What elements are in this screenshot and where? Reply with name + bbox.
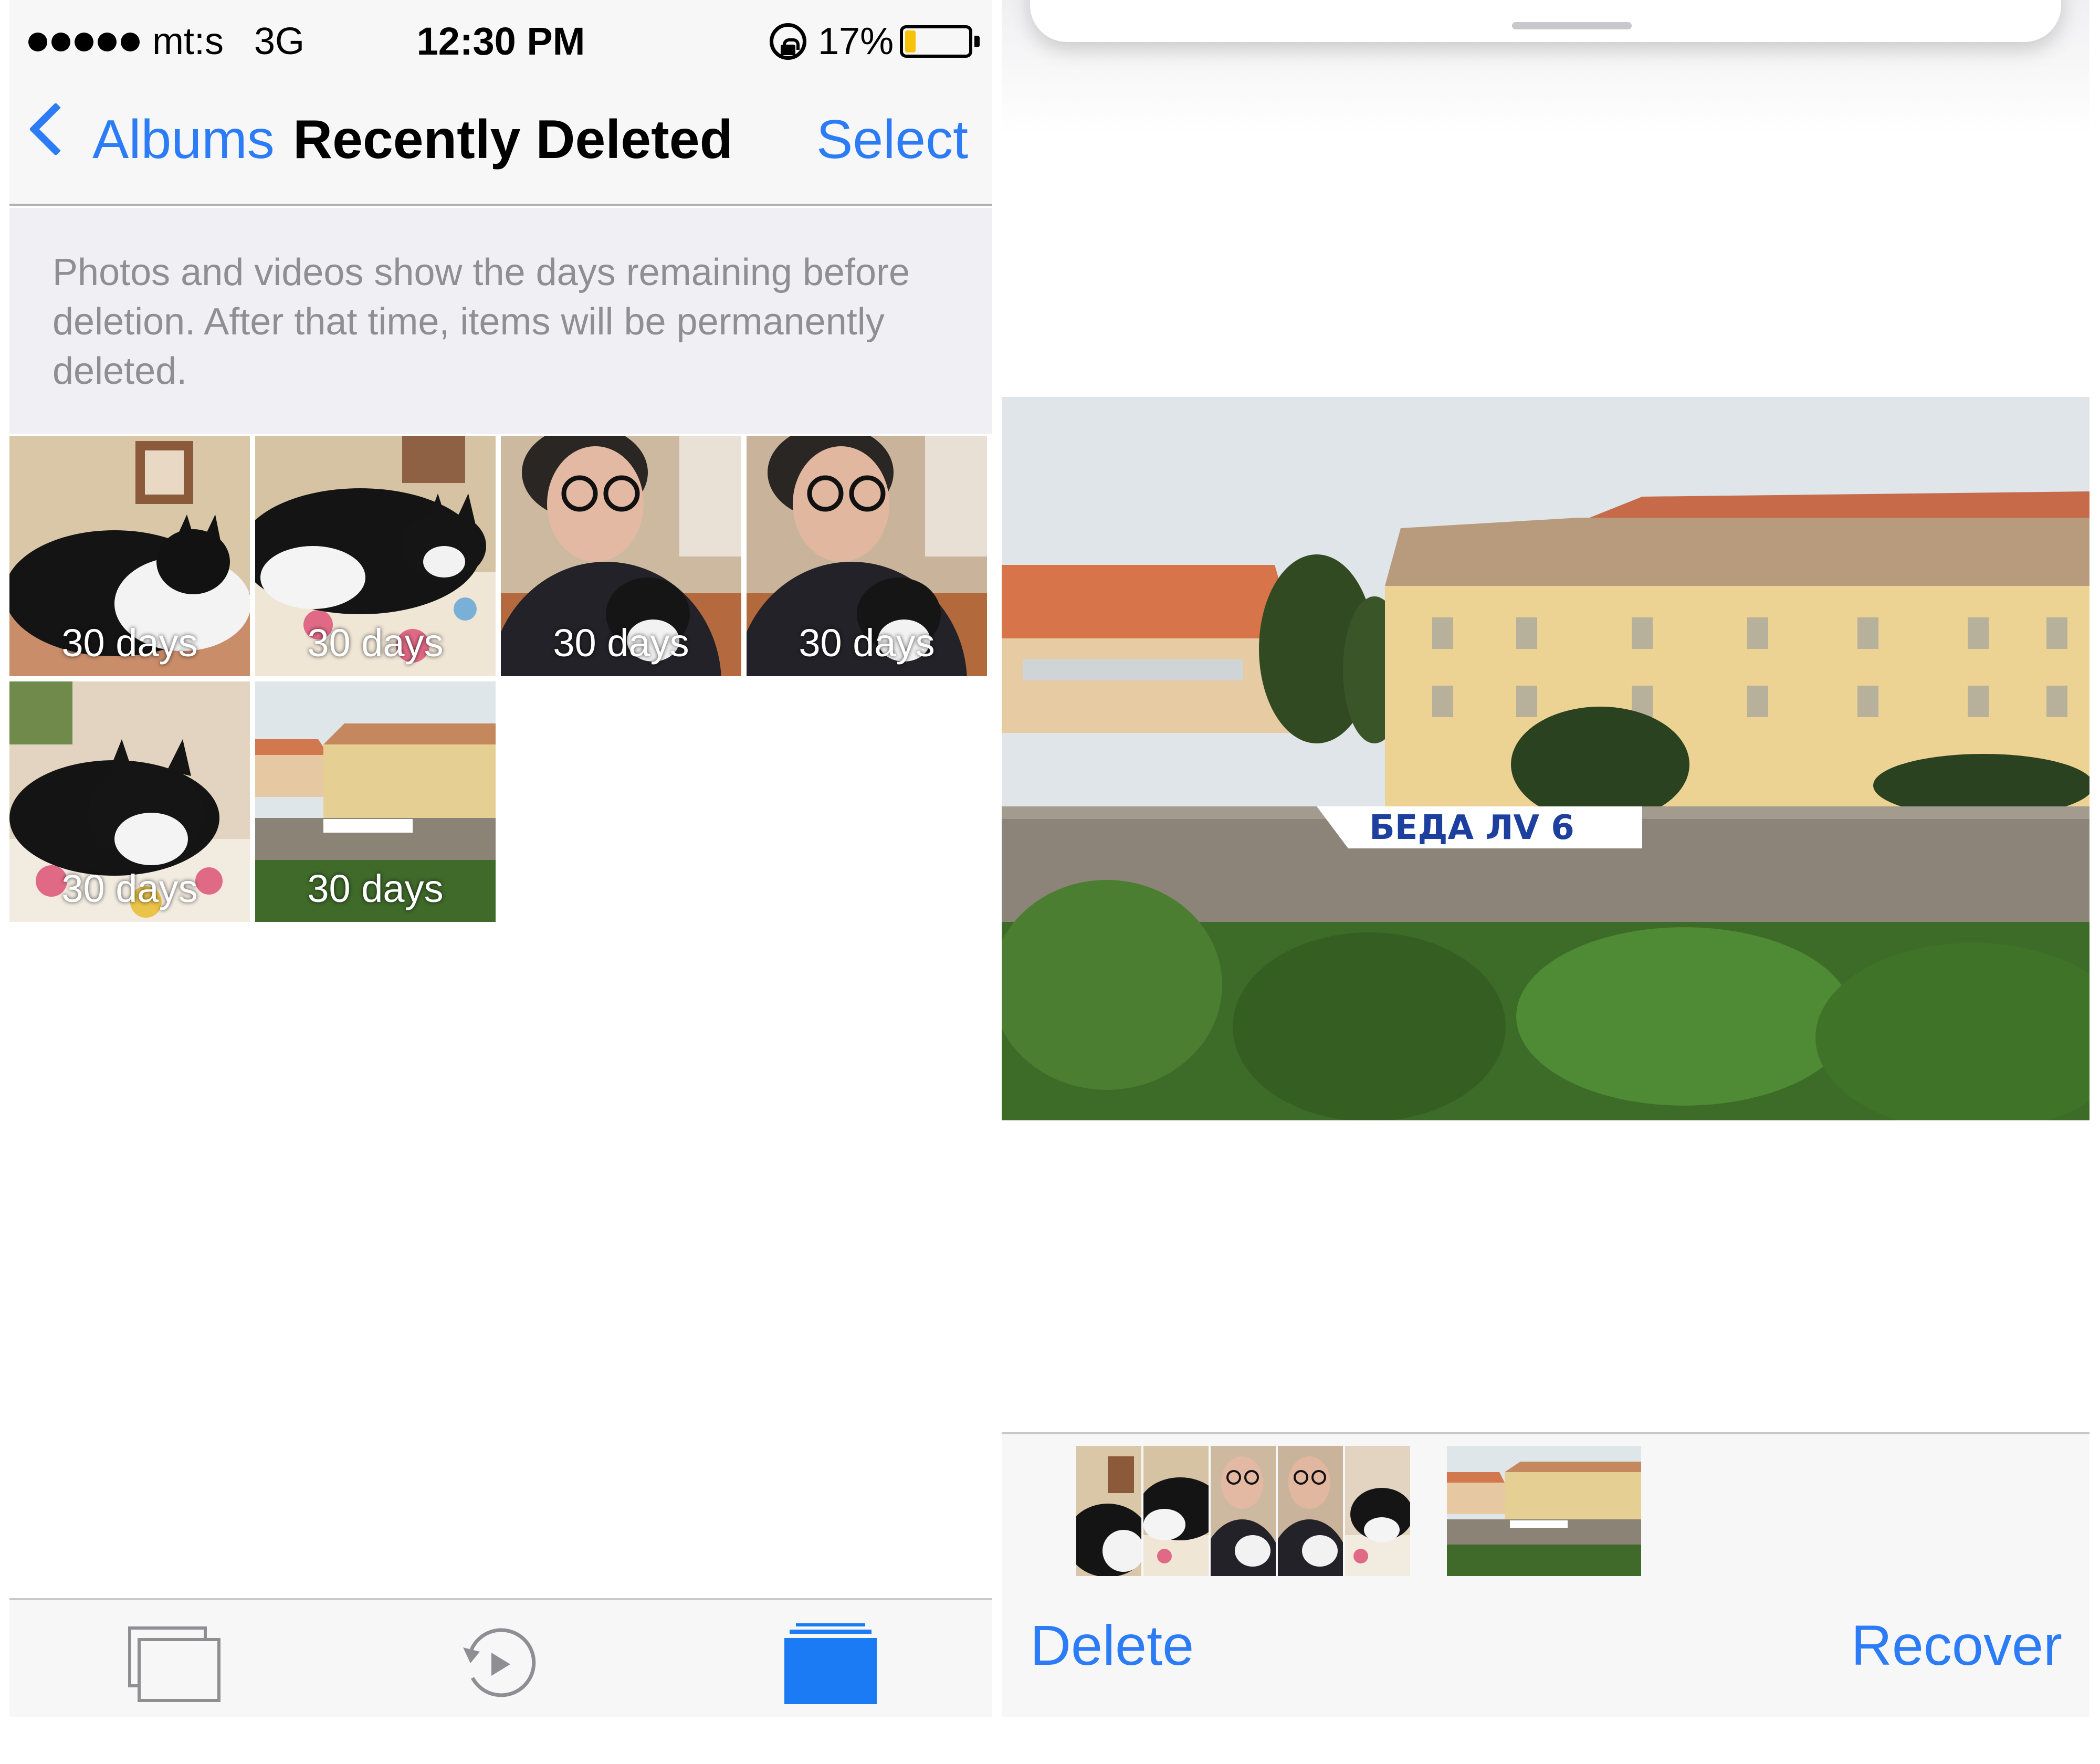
scrubber-thumbnail[interactable] xyxy=(1278,1446,1343,1576)
select-button[interactable]: Select xyxy=(816,108,968,171)
castle-photo-image xyxy=(1447,1446,1641,1576)
photo-thumbnail-cat[interactable]: 30 days xyxy=(255,436,496,676)
battery-percent: 17% xyxy=(818,20,894,62)
delete-button[interactable]: Delete xyxy=(1030,1612,1194,1679)
scrubber-thumbnail[interactable] xyxy=(1345,1446,1410,1576)
days-remaining-label: 30 days xyxy=(307,867,444,910)
bottom-toolbar: Delete Recover xyxy=(1002,1432,2090,1717)
scrubber-thumbnail[interactable] xyxy=(1143,1446,1209,1576)
days-remaining-label: 30 days xyxy=(61,621,198,665)
status-bar: mt:s 3G 12:30 PM 17% xyxy=(9,0,992,79)
memories-icon xyxy=(463,1628,536,1697)
photo-thumbnail-cat[interactable]: 30 days xyxy=(9,681,250,922)
castle-main-image: БЕДА ЛV 6 xyxy=(1002,397,2090,1120)
days-remaining-label: 30 days xyxy=(307,621,444,665)
person-with-cat-image xyxy=(1278,1446,1343,1576)
battery-level xyxy=(905,30,916,52)
page-title: Recently Deleted xyxy=(293,109,733,170)
sheet-grabber-handle[interactable] xyxy=(1512,22,1632,29)
recently-deleted-screen: mt:s 3G 12:30 PM 17% Albums Recently Del… xyxy=(9,0,992,1717)
main-photo[interactable]: БЕДА ЛV 6 xyxy=(1002,397,2090,1120)
cat-photo-image xyxy=(1345,1446,1410,1576)
photo-thumbnail-castle[interactable]: 30 days xyxy=(255,681,496,922)
cat-photo-image xyxy=(1143,1446,1209,1576)
chevron-left-icon[interactable] xyxy=(29,102,82,156)
tab-photos[interactable] xyxy=(128,1626,220,1702)
tab-memories[interactable] xyxy=(452,1626,544,1702)
photo-thumbnail-person[interactable]: 30 days xyxy=(501,436,741,676)
photos-stack-icon xyxy=(138,1638,220,1702)
scrubber-thumbnail[interactable] xyxy=(1211,1446,1276,1576)
tab-albums[interactable] xyxy=(784,1623,877,1704)
banner-text: БЕДА ЛV 6 xyxy=(1369,808,1574,847)
battery-icon xyxy=(900,25,972,58)
top-sheet xyxy=(1030,0,2061,42)
scrubber-thumbnail[interactable] xyxy=(1076,1446,1141,1576)
albums-icon xyxy=(784,1623,877,1704)
photo-viewer-screen: БЕДА ЛV 6 Delete Recover xyxy=(1002,0,2090,1717)
info-banner: Photos and videos show the days remainin… xyxy=(9,208,992,434)
scrubber-thumbnail-current[interactable] xyxy=(1447,1446,1641,1576)
tab-bar xyxy=(9,1598,992,1717)
rotation-lock-icon xyxy=(770,23,806,60)
person-with-cat-image xyxy=(1211,1446,1276,1576)
back-button[interactable]: Albums xyxy=(92,108,275,171)
info-text: Photos and videos show the days remainin… xyxy=(52,251,910,392)
battery-tip xyxy=(974,36,980,47)
days-remaining-label: 30 days xyxy=(799,621,935,665)
days-remaining-label: 30 days xyxy=(553,621,689,665)
photo-thumbnail-person[interactable]: 30 days xyxy=(747,436,987,676)
recover-button[interactable]: Recover xyxy=(1851,1612,2062,1679)
photo-thumbnail-cat[interactable]: 30 days xyxy=(9,436,250,676)
navigation-bar: Albums Recently Deleted Select xyxy=(9,79,992,206)
days-remaining-label: 30 days xyxy=(61,867,198,910)
cat-photo-image xyxy=(1076,1446,1141,1576)
